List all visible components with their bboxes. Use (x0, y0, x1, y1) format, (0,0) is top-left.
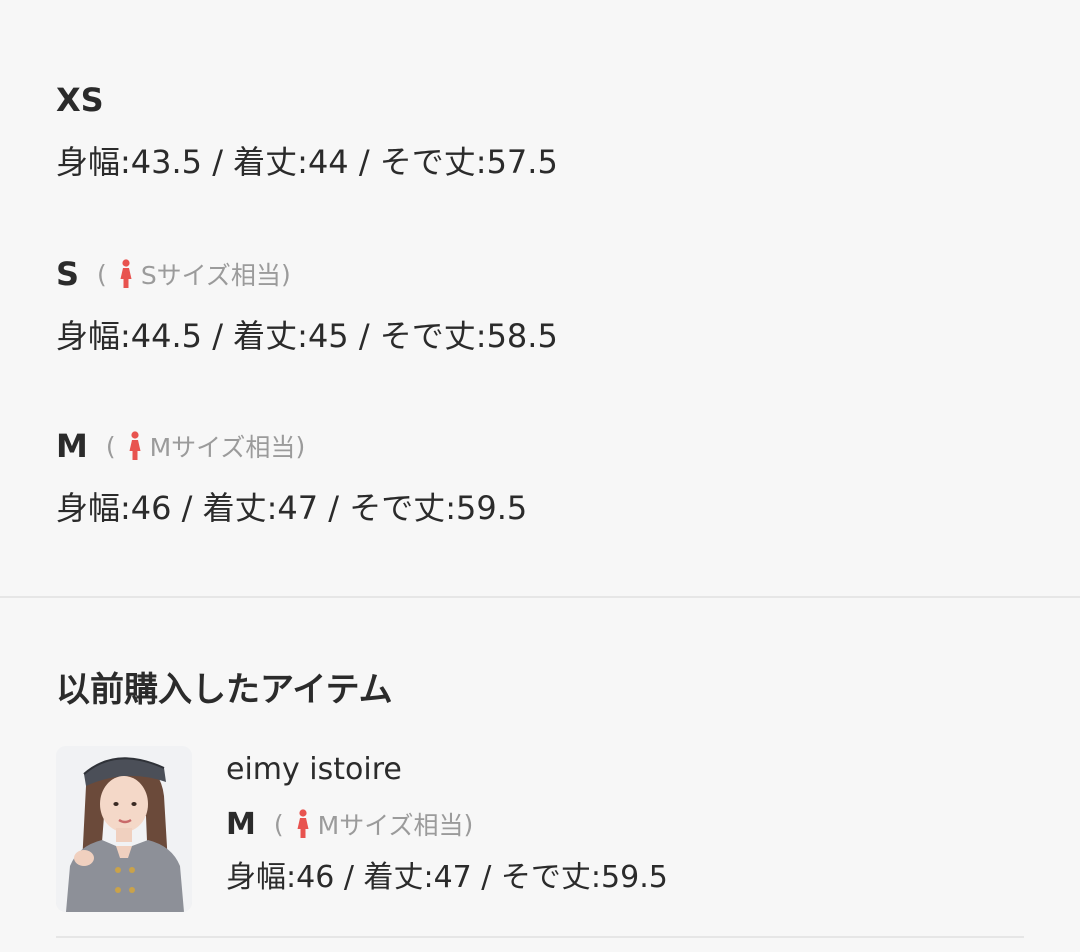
equivalent-label: Sサイズ相当 (140, 261, 281, 290)
size-guide-page: XS 身幅:43.5 / 着丈:44 / そで丈:57.5 S ( Sサイズ相当… (0, 0, 1080, 952)
size-name: M (56, 427, 88, 465)
equivalent-label: Mサイズ相当 (317, 811, 464, 840)
size-name: XS (56, 81, 104, 119)
size-row-m: M ( Mサイズ相当 ) 身幅:46 / 着丈:47 / そで丈:59.5 (56, 426, 527, 528)
item-measurements: 身幅:46 / 着丈:47 / そで丈:59.5 (226, 860, 668, 895)
item-divider (56, 936, 1024, 938)
item-brand: eimy istoire (226, 752, 402, 787)
equivalent-close-paren: ) (295, 431, 306, 461)
size-header: S ( Sサイズ相当 ) (56, 254, 558, 294)
size-equivalent: ( Mサイズ相当 ) (274, 806, 473, 842)
woman-figure-icon (129, 431, 141, 460)
size-row-s: S ( Sサイズ相当 ) 身幅:44.5 / 着丈:45 / そで丈:58.5 (56, 254, 558, 356)
size-measurements: 身幅:46 / 着丈:47 / そで丈:59.5 (56, 489, 528, 527)
section-divider (0, 596, 1080, 598)
size-equivalent: ( Sサイズ相当 ) (97, 256, 291, 292)
size-header: XS (56, 80, 558, 120)
equivalent-open-paren: ( (273, 809, 284, 839)
size-measurements: 身幅:43.5 / 着丈:44 / そで丈:57.5 (56, 143, 558, 181)
equivalent-open-paren: ( (97, 259, 107, 289)
equivalent-close-paren: ) (463, 809, 474, 839)
item-info: eimy istoire M ( Mサイズ相当 ) 身幅:46 / 着丈:47 … (226, 750, 668, 898)
size-header: M ( Mサイズ相当 ) (56, 426, 527, 466)
size-measurements: 身幅:44.5 / 着丈:45 / そで丈:58.5 (56, 317, 558, 355)
size-name: S (56, 255, 80, 293)
equivalent-close-paren: ) (280, 259, 291, 289)
item-size-header: M ( Mサイズ相当 ) (226, 804, 668, 844)
item-photo-illustration (56, 746, 192, 912)
equivalent-label: Mサイズ相当 (149, 433, 296, 462)
size-equivalent: ( Mサイズ相当 ) (106, 428, 305, 464)
equivalent-open-paren: ( (105, 431, 116, 461)
woman-figure-icon (120, 259, 132, 288)
previous-purchases-title: 以前購入したアイテム (56, 670, 393, 710)
woman-figure-icon (297, 809, 309, 838)
item-size-name: M (226, 806, 256, 842)
previous-purchase-item[interactable]: eimy istoire M ( Mサイズ相当 ) 身幅:46 / 着丈:47 … (56, 746, 1036, 912)
item-thumbnail[interactable] (56, 746, 192, 912)
size-row-xs: XS 身幅:43.5 / 着丈:44 / そで丈:57.5 (56, 80, 558, 182)
